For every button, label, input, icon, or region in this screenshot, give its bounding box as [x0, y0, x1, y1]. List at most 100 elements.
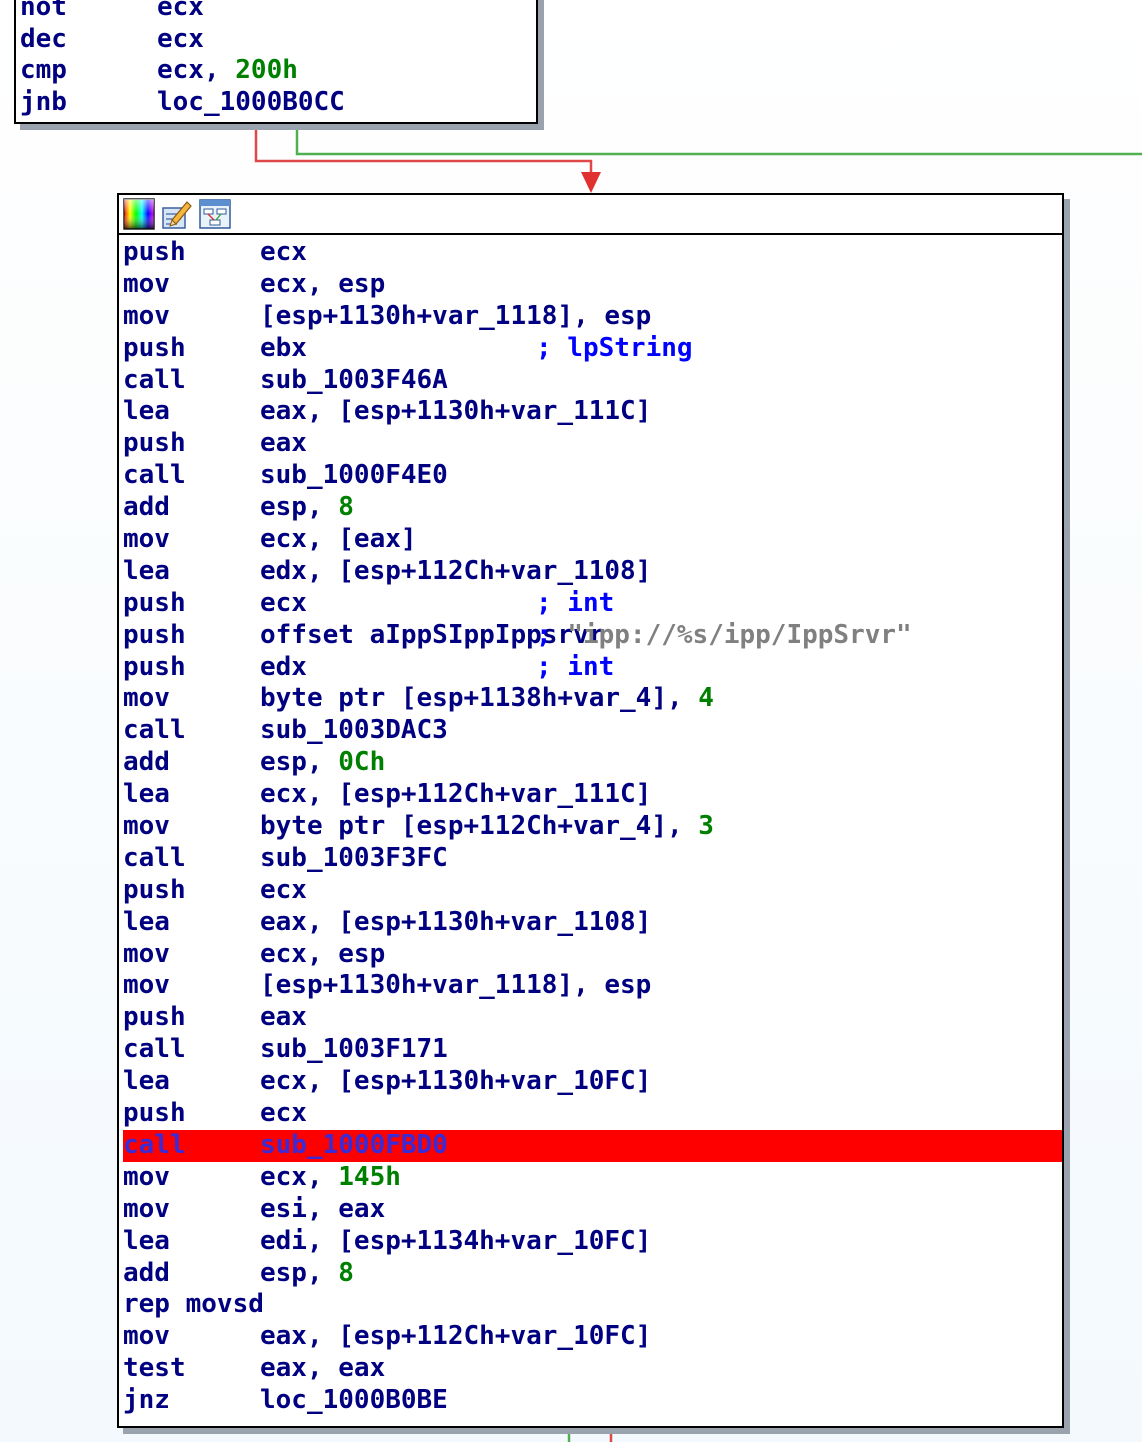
operand-number: 4 [698, 683, 714, 714]
instruction-mnemonic: push [123, 428, 186, 459]
instruction-line[interactable]: lea ecx, [esp+112Ch+var_111C] [123, 779, 1062, 811]
graph-view-icon[interactable] [199, 198, 231, 230]
instruction-operands: ecx, [esp+1130h+var_10FC] [260, 1066, 652, 1097]
instruction-mnemonic: push [123, 587, 186, 618]
instruction-line[interactable]: push ecx ; int [123, 588, 1062, 620]
instruction-line[interactable]: push ecx [123, 875, 1062, 907]
instruction-line[interactable]: call sub_1000F4E0 [123, 460, 1062, 492]
edge-false-branch[interactable] [254, 124, 593, 178]
instruction-line[interactable]: jnz loc_1000B0BE [123, 1385, 1062, 1417]
instruction-operands: ecx [157, 23, 204, 54]
instruction-line[interactable]: lea eax, [esp+1130h+var_111C] [123, 396, 1062, 428]
instruction-line[interactable]: add esp, 0Ch [123, 747, 1062, 779]
instruction-operands: [esp+1130h+var_1118], esp [260, 300, 652, 331]
instruction-line[interactable]: mov byte ptr [esp+1138h+var_4], 4 [123, 683, 1062, 715]
instruction-line[interactable]: push ecx [123, 1098, 1062, 1130]
instruction-operands: ecx, 145h [260, 1162, 401, 1194]
operand-number: 145h [338, 1161, 401, 1192]
operand-text: esp, [260, 747, 339, 778]
instruction-mnemonic: mov [123, 1321, 170, 1352]
graph-canvas[interactable]: not ecx dec ecx cmp ecx, 200h jnb loc_1000B0CC [0, 0, 1142, 1442]
instruction-line[interactable]: rep movsd [123, 1289, 1062, 1321]
edge-true-branch[interactable] [295, 124, 1142, 156]
instruction-line[interactable]: mov ecx, esp [123, 269, 1062, 301]
color-palette-icon[interactable] [123, 198, 155, 230]
instruction-mnemonic: call [123, 1129, 186, 1160]
instruction-line[interactable]: push ebx ; lpString [123, 333, 1062, 365]
instruction-mnemonic: mov [123, 524, 170, 555]
comment-string: "ipp://%s/ipp/IppSrvr" [567, 619, 912, 650]
instruction-mnemonic: mov [123, 268, 170, 299]
instruction-operands: sub_1003DAC3 [260, 715, 448, 746]
instruction-line[interactable]: push edx ; int [123, 652, 1062, 684]
instruction-mnemonic: jnz [123, 1385, 170, 1416]
instruction-operands: loc_1000B0BE [260, 1385, 448, 1416]
instruction-mnemonic: mov [123, 811, 170, 842]
instruction-line[interactable]: call sub_1003DAC3 [123, 715, 1062, 747]
instruction-line[interactable]: call sub_1003F3FC [123, 843, 1062, 875]
instruction-operands: sub_1003F3FC [260, 842, 448, 873]
instruction-mnemonic: push [123, 874, 186, 905]
operand-text: byte ptr [esp+112Ch+var_4], [260, 811, 699, 842]
instruction-operands: ecx [260, 237, 307, 267]
instruction-operands: eax, [esp+1130h+var_111C] [260, 396, 652, 427]
instruction-line[interactable]: push ecx [123, 237, 1062, 269]
instruction-line[interactable]: not ecx [20, 0, 536, 24]
operand-number: 0Ch [338, 747, 386, 778]
instruction-operands: ecx [260, 874, 307, 905]
instruction-line[interactable]: lea edx, [esp+112Ch+var_1108] [123, 556, 1062, 588]
operand-number: 3 [698, 811, 714, 842]
instruction-line[interactable]: mov ecx, 145h [123, 1162, 1062, 1194]
operand-text: esp, [260, 1257, 339, 1288]
instruction-line[interactable]: cmp ecx, 200h [20, 55, 536, 87]
instruction-operands: ecx, 200h [157, 55, 298, 87]
instruction-operands: esp, 8 [260, 492, 354, 524]
instruction-mnemonic: not [20, 0, 67, 22]
instruction-line[interactable]: mov ecx, [eax] [123, 524, 1062, 556]
instruction-line[interactable]: mov [esp+1130h+var_1118], esp [123, 301, 1062, 333]
operand-number: 200h [235, 55, 298, 85]
instruction-line[interactable]: mov ecx, esp [123, 939, 1062, 971]
instruction-operands: ecx, esp [260, 938, 386, 969]
instruction-operands: eax [260, 428, 307, 459]
instruction-mnemonic: lea [123, 396, 170, 427]
instruction-line-highlighted[interactable]: call sub_1000FBD0 [123, 1129, 1062, 1162]
instruction-mnemonic: lea [123, 1066, 170, 1097]
operand-number: 8 [338, 492, 354, 523]
instruction-line[interactable]: test eax, eax [123, 1353, 1062, 1385]
edit-pencil-icon[interactable] [161, 198, 193, 230]
code-block-main[interactable]: push ecx mov ecx, esp mov [esp+1130h+var_1118… [117, 193, 1064, 1428]
instruction-mnemonic: push [123, 1002, 186, 1033]
instruction-operands: sub_1003F46A [260, 364, 448, 395]
instruction-line[interactable]: call sub_1003F171 [123, 1034, 1062, 1066]
instruction-mnemonic: dec [20, 23, 67, 54]
instruction-operands: ecx [260, 1098, 307, 1129]
instruction-line[interactable]: add esp, 8 [123, 1258, 1062, 1290]
instruction-mnemonic: push [123, 237, 186, 267]
instruction-operands: eax [260, 1002, 307, 1033]
instruction-line[interactable]: mov eax, [esp+112Ch+var_10FC] [123, 1321, 1062, 1353]
instruction-comment: ; "ipp://%s/ipp/IppSrvr" [536, 620, 912, 652]
instruction-line[interactable]: mov esi, eax [123, 1194, 1062, 1226]
instruction-line[interactable]: push eax [123, 1002, 1062, 1034]
instruction-line[interactable]: push offset aIppSIppIppsrvr; "ipp://%s/ip… [123, 620, 1062, 652]
code-block-top[interactable]: not ecx dec ecx cmp ecx, 200h jnb loc_1000B0CC [14, 0, 538, 124]
code-listing-top: not ecx dec ecx cmp ecx, 200h jnb loc_1000B0CC [20, 0, 536, 118]
instruction-operands: ebx [260, 332, 307, 363]
instruction-operands: eax, [esp+1130h+var_1108] [260, 906, 652, 937]
instruction-line[interactable]: lea ecx, [esp+1130h+var_10FC] [123, 1066, 1062, 1098]
instruction-line[interactable]: call sub_1003F46A [123, 365, 1062, 397]
instruction-line[interactable]: push eax [123, 428, 1062, 460]
instruction-line[interactable]: mov byte ptr [esp+112Ch+var_4], 3 [123, 811, 1062, 843]
instruction-line[interactable]: jnb loc_1000B0CC [20, 87, 536, 119]
instruction-line[interactable]: lea eax, [esp+1130h+var_1108] [123, 907, 1062, 939]
instruction-operands: ecx [157, 0, 204, 22]
operand-text: esp, [260, 492, 339, 523]
instruction-operands: sub_1000F4E0 [260, 460, 448, 491]
instruction-operands: esp, 0Ch [260, 747, 385, 779]
instruction-line[interactable]: lea edi, [esp+1134h+var_10FC] [123, 1226, 1062, 1258]
instruction-operands: byte ptr [esp+1138h+var_4], 4 [260, 683, 714, 715]
instruction-line[interactable]: dec ecx [20, 24, 536, 56]
instruction-line[interactable]: add esp, 8 [123, 492, 1062, 524]
instruction-line[interactable]: mov [esp+1130h+var_1118], esp [123, 970, 1062, 1002]
